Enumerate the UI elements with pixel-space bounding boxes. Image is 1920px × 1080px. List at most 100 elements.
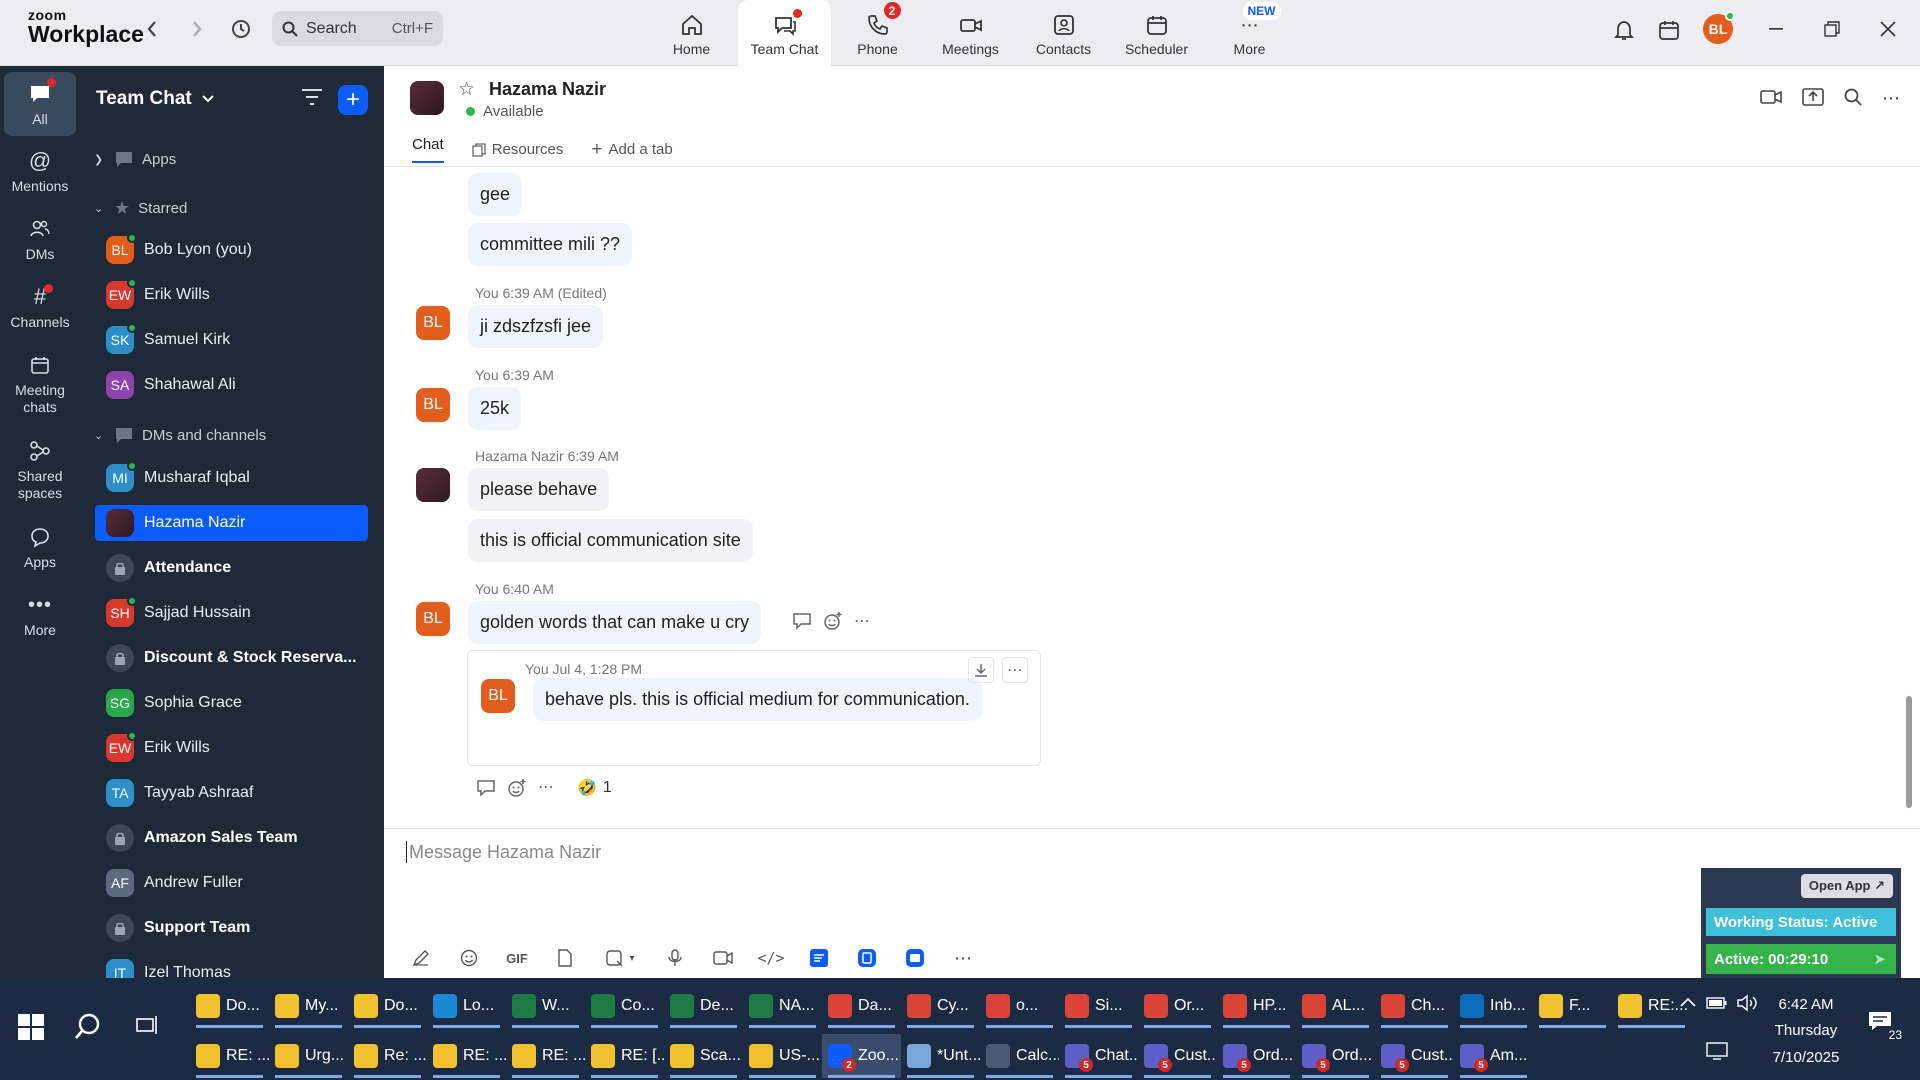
rail-item-meeting-chats[interactable]: Meeting chats [4, 352, 76, 416]
sidebar-item-amazon-sales-team[interactable]: Amazon Sales Team [95, 820, 368, 856]
screenshot-button[interactable]: ▾ [596, 944, 644, 972]
rail-item-more[interactable]: ••• More [4, 592, 76, 639]
message-bubble[interactable]: committee mili ?? [468, 223, 633, 266]
message-bubble[interactable]: please behave [468, 468, 610, 511]
sidebar-item-shahawal-ali[interactable]: SA Shahawal Ali [95, 367, 368, 403]
notifications-button[interactable] [1610, 16, 1638, 44]
video-message-button[interactable] [706, 944, 740, 972]
section-apps[interactable]: ❯ Apps [94, 150, 176, 168]
add-reaction-button[interactable] [823, 611, 843, 636]
audio-message-button[interactable] [658, 944, 692, 972]
chat-scrollbar[interactable] [1906, 166, 1912, 808]
quote-more-button[interactable]: ⋯ [1002, 657, 1028, 683]
search-box[interactable]: Search Ctrl+F [272, 11, 443, 46]
message-bubble[interactable]: this is official communication site [468, 519, 753, 562]
rail-item-mentions[interactable]: @ Mentions [4, 148, 76, 195]
sidebar-item-izel-thomas[interactable]: IT Izel Thomas [95, 955, 368, 978]
user-avatar[interactable]: BL [1703, 11, 1735, 44]
taskbar-app[interactable]: AL... [1296, 984, 1375, 1028]
tab-more[interactable]: ⋯ NEW More [1203, 0, 1296, 66]
taskbar-app[interactable]: Sca... [664, 1034, 743, 1078]
taskbar-app[interactable]: My... [269, 984, 348, 1028]
rail-item-all[interactable]: All [4, 72, 76, 136]
show-hidden-icons-button[interactable] [1680, 994, 1696, 1012]
quoted-message-card[interactable]: You Jul 4, 1:28 PM BL behave pls. this i… [467, 650, 1041, 766]
sidebar-item-bob-lyon[interactable]: BL Bob Lyon (you) [95, 232, 368, 268]
taskbar-app[interactable]: Or... [1138, 984, 1217, 1028]
taskbar-app[interactable]: Do... [190, 984, 269, 1028]
taskbar-app[interactable]: Da... [822, 984, 901, 1028]
taskbar-app[interactable]: Ch... [1375, 984, 1454, 1028]
action-center-button[interactable] [1706, 1042, 1728, 1065]
volume-button[interactable] [1736, 994, 1758, 1017]
section-dms[interactable]: ⌄ DMs and channels [94, 426, 266, 444]
reply-button[interactable] [476, 779, 496, 802]
section-starred[interactable]: ⌄ ★ Starred [94, 198, 187, 219]
app-button-2[interactable] [850, 944, 884, 972]
sidebar-item-support-team[interactable]: Support Team [95, 910, 368, 946]
app-button-1[interactable] [802, 944, 836, 972]
tab-scheduler[interactable]: Scheduler [1110, 0, 1203, 66]
sidebar-item-tayyab-ashraaf[interactable]: TA Tayyab Ashraaf [95, 775, 368, 811]
more-options-button[interactable]: ⋯ [1882, 88, 1900, 111]
notification-center-button[interactable]: 23 [1862, 1006, 1902, 1042]
taskbar-app[interactable]: De... [664, 984, 743, 1028]
video-call-button[interactable] [1760, 88, 1782, 111]
minimize-button[interactable] [1754, 14, 1798, 44]
format-button[interactable] [404, 944, 438, 972]
taskbar-app[interactable]: F... [1533, 984, 1612, 1028]
taskbar-app[interactable]: 5 Chat... [1059, 1034, 1138, 1078]
taskbar-app[interactable]: RE: [... [585, 1034, 664, 1078]
windows-start-icon[interactable] [18, 1014, 44, 1040]
message-bubble[interactable]: ji zdszfzsfi jee [468, 305, 604, 348]
taskbar-app[interactable]: Do... [348, 984, 427, 1028]
star-button[interactable]: ☆ [458, 78, 475, 101]
taskbar-app[interactable]: RE: ... [190, 1034, 269, 1078]
taskbar-app[interactable]: Si... [1059, 984, 1138, 1028]
sidebar-item-sophia-grace[interactable]: SG Sophia Grace [95, 685, 368, 721]
message-more-button[interactable]: ⋯ [854, 611, 870, 631]
battery-button[interactable] [1706, 996, 1728, 1015]
tab-resources[interactable]: Resources [472, 136, 563, 163]
search-chat-button[interactable] [1844, 88, 1862, 111]
message-more-button[interactable]: ⋯ [538, 777, 554, 797]
rail-item-apps[interactable]: Apps [4, 524, 76, 571]
attach-file-button[interactable] [548, 944, 582, 972]
taskbar-app[interactable]: o... [980, 984, 1059, 1028]
message-bubble[interactable]: golden words that can make u cry [468, 601, 762, 644]
code-snippet-button[interactable]: </> [754, 944, 788, 972]
taskbar-app[interactable]: RE: ... [506, 1034, 585, 1078]
taskbar-app[interactable]: 5 Ord... [1217, 1034, 1296, 1078]
restore-button[interactable] [1810, 14, 1854, 44]
scrollbar-thumb[interactable] [1906, 696, 1912, 808]
sidebar-item-discount-stock[interactable]: Discount & Stock Reserva... [95, 640, 368, 676]
taskbar-app[interactable]: 5 Cust... [1375, 1034, 1454, 1078]
sidebar-item-hazama-nazir[interactable]: Hazama Nazir [95, 505, 368, 541]
taskbar-app[interactable]: Inb... [1454, 984, 1533, 1028]
new-chat-button[interactable]: + [338, 85, 368, 115]
taskbar-app[interactable]: 2 Zoo... [822, 1034, 901, 1078]
gif-button[interactable]: GIF [500, 944, 534, 972]
sidebar-title-dropdown[interactable]: Team Chat [96, 88, 214, 110]
contact-avatar[interactable] [410, 81, 444, 115]
add-reaction-button[interactable] [507, 778, 527, 803]
rail-item-channels[interactable]: # Channels [4, 284, 76, 331]
app-button-3[interactable] [898, 944, 932, 972]
sidebar-item-erik-wills-2[interactable]: EW Erik Wills [95, 730, 368, 766]
sidebar-item-musharaf-iqbal[interactable]: MI Musharaf Iqbal [95, 460, 368, 496]
contact-name[interactable]: Hazama Nazir [489, 79, 606, 100]
taskbar-app[interactable]: 5 Am... [1454, 1034, 1533, 1078]
calendar-button[interactable] [1655, 16, 1683, 44]
tab-chat[interactable]: Chat [412, 136, 444, 163]
message-bubble[interactable]: gee [468, 173, 523, 216]
taskbar-app[interactable]: RE: ... [427, 1034, 506, 1078]
history-button[interactable] [226, 14, 256, 44]
tab-meetings[interactable]: Meetings [924, 0, 1017, 66]
message-input[interactable]: Message Hazama Nazir [406, 841, 601, 863]
taskbar-clock[interactable]: 6:42 AM Thursday 7/10/2025 [1758, 992, 1854, 1071]
taskbar-app[interactable]: HP... [1217, 984, 1296, 1028]
taskbar-app[interactable]: Cy... [901, 984, 980, 1028]
back-button[interactable] [137, 14, 167, 44]
tab-home[interactable]: Home [645, 0, 738, 66]
sidebar-item-sajjad-hussain[interactable]: SH Sajjad Hussain [95, 595, 368, 631]
